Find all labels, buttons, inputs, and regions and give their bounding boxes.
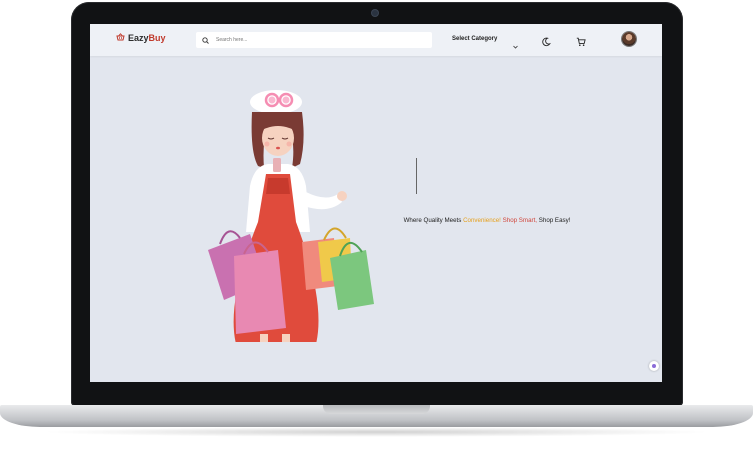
- brand-name-part2: Buy: [148, 33, 166, 43]
- laptop-shadow: [40, 427, 713, 437]
- basket-icon: [116, 33, 125, 43]
- brand-logo[interactable]: EazyBuy: [116, 33, 166, 43]
- search-input[interactable]: [214, 36, 418, 44]
- tagline-shop-smart: Shop Smart,: [502, 217, 538, 224]
- cart-icon[interactable]: [576, 34, 586, 52]
- category-select[interactable]: Select Category: [452, 36, 497, 42]
- typing-cursor: [416, 158, 417, 194]
- tagline-end: Shop Easy!: [537, 217, 571, 224]
- hero-tagline: Where Quality Meets Convenience! Shop Sm…: [402, 216, 572, 226]
- avatar[interactable]: [622, 32, 636, 46]
- tagline-convenience: Convenience!: [463, 217, 501, 224]
- chat-bubble-icon[interactable]: [649, 361, 659, 371]
- laptop-frame: EazyBuy Select Category: [0, 0, 753, 450]
- chevron-down-icon[interactable]: [513, 36, 518, 54]
- search-bar: [196, 32, 432, 48]
- tagline-start: Where Quality Meets: [403, 217, 464, 224]
- search-icon[interactable]: [196, 31, 209, 49]
- moon-icon[interactable]: [541, 34, 551, 52]
- brand-name-part1: Eazy: [128, 33, 149, 43]
- shopping-girl-illustration: [208, 90, 374, 342]
- laptop-notch: [323, 405, 430, 414]
- screen: EazyBuy Select Category: [90, 24, 662, 382]
- webcam: [372, 10, 378, 16]
- navbar: EazyBuy Select Category: [90, 24, 662, 56]
